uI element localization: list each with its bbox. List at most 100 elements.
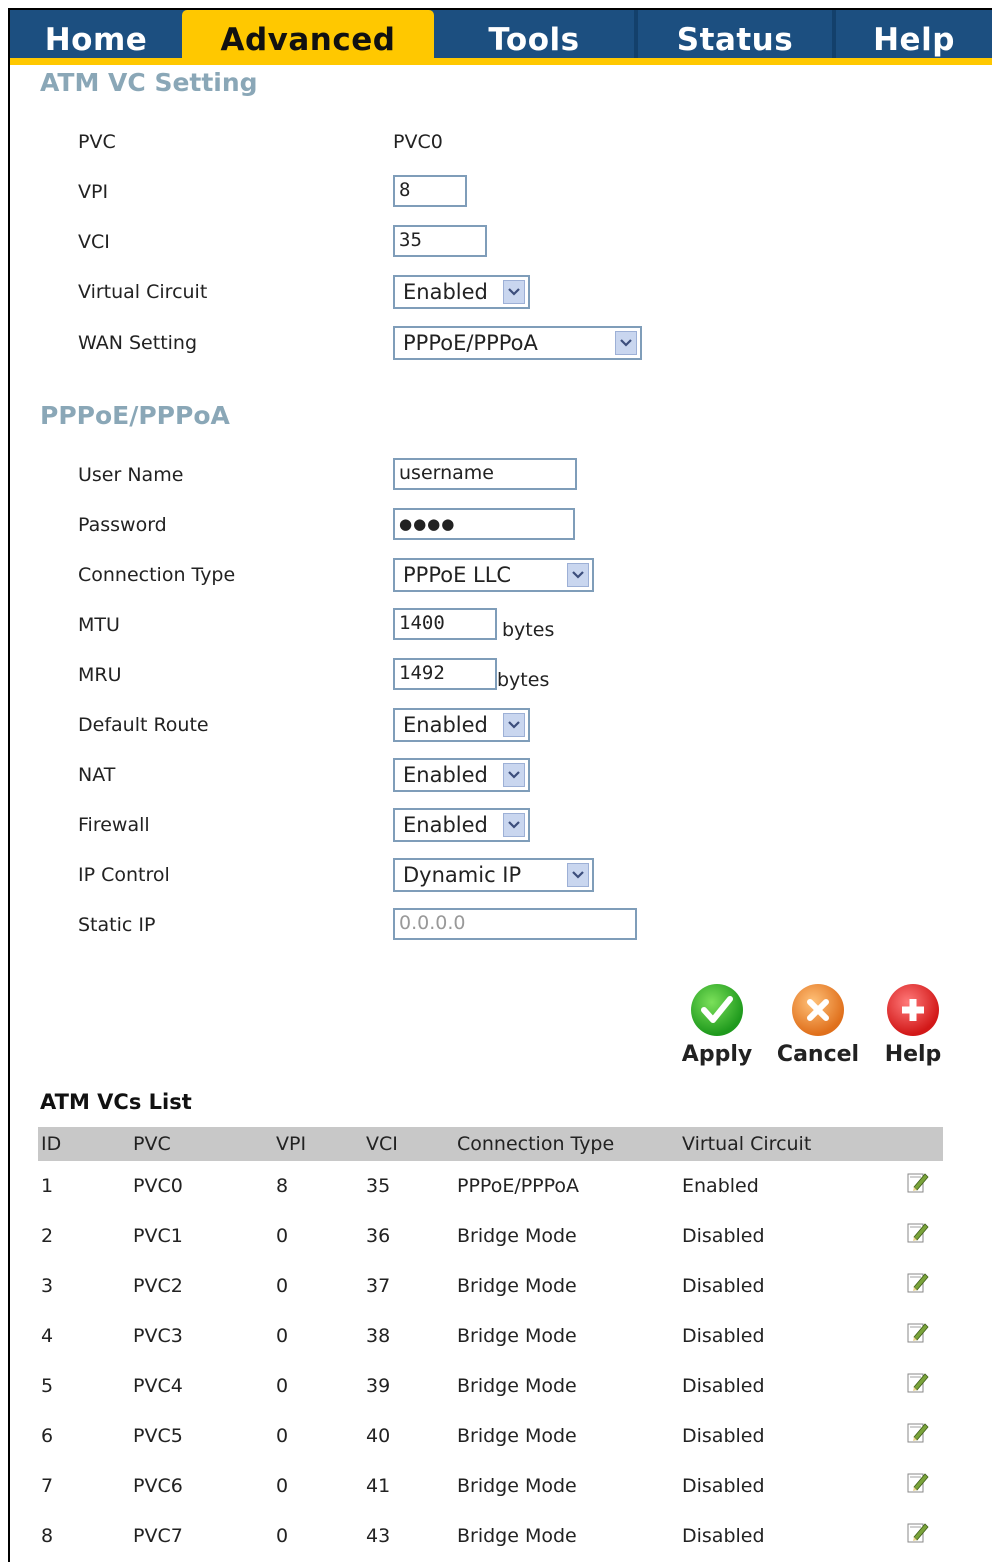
cell-vci: 35 [366,1175,391,1197]
cell-connection-type: PPPoE/PPPoA [457,1175,580,1197]
cell-id: 7 [41,1475,54,1497]
connection-type-label: Connection Type [78,564,236,586]
mru-unit: bytes [497,669,550,691]
col-virtual-circuit-header: Virtual Circuit [682,1133,812,1155]
mru-label: MRU [78,664,122,686]
cell-id: 1 [41,1175,54,1197]
cell-vpi: 0 [276,1375,289,1397]
chevron-down-icon[interactable] [615,331,637,355]
edit-icon[interactable] [907,1321,929,1343]
edit-icon[interactable] [907,1171,929,1193]
cell-id: 8 [41,1525,54,1547]
ip-control-label: IP Control [78,864,170,886]
cell-vci: 40 [366,1425,391,1447]
username-label: User Name [78,464,184,486]
tab-advanced[interactable]: Advanced [182,10,434,62]
cell-virtual-circuit: Disabled [682,1275,765,1297]
cell-virtual-circuit: Disabled [682,1225,765,1247]
cell-connection-type: Bridge Mode [457,1275,577,1297]
help-button[interactable]: Help [873,984,953,1067]
cell-id: 3 [41,1275,54,1297]
connection-type-select[interactable]: PPPoE LLC [393,558,594,592]
vpi-label: VPI [78,181,109,203]
password-input[interactable]: ●●●● [393,508,575,540]
atm-section-title: ATM VC Setting [40,68,258,97]
cell-vpi: 0 [276,1525,289,1547]
tab-tools[interactable]: Tools [434,10,634,62]
default-route-select[interactable]: Enabled [393,708,530,742]
cell-connection-type: Bridge Mode [457,1525,577,1547]
vci-input[interactable]: 35 [393,225,487,257]
firewall-selected: Enabled [403,813,488,837]
col-connection-type-header: Connection Type [457,1133,615,1155]
tab-underline [10,58,992,65]
close-icon [792,984,844,1036]
chevron-down-icon[interactable] [567,563,589,587]
edit-icon[interactable] [907,1371,929,1393]
mtu-unit: bytes [502,619,555,641]
virtual-circuit-selected: Enabled [403,280,488,304]
cell-pvc: PVC3 [133,1325,183,1347]
static-ip-input[interactable]: 0.0.0.0 [393,908,637,940]
col-pvc-header: PVC [133,1133,171,1155]
cell-vpi: 0 [276,1225,289,1247]
cell-vpi: 8 [276,1175,289,1197]
col-vpi-header: VPI [276,1133,307,1155]
mru-input[interactable]: 1492 [393,658,497,690]
connection-type-selected: PPPoE LLC [403,563,512,587]
wan-setting-select[interactable]: PPPoE/PPPoA [393,326,642,360]
apply-button[interactable]: Apply [677,984,757,1067]
chevron-down-icon[interactable] [503,713,525,737]
username-input[interactable]: username [393,458,577,490]
firewall-label: Firewall [78,814,150,836]
plus-icon [887,984,939,1036]
cell-vci: 38 [366,1325,391,1347]
chevron-down-icon[interactable] [503,813,525,837]
edit-icon[interactable] [907,1221,929,1243]
cell-id: 2 [41,1225,54,1247]
chevron-down-icon[interactable] [503,280,525,304]
tab-help[interactable]: Help [832,10,992,62]
cell-vci: 36 [366,1225,391,1247]
pppoe-section-title: PPPoE/PPPoA [40,401,230,430]
mtu-input[interactable]: 1400 [393,608,497,640]
cell-id: 6 [41,1425,54,1447]
chevron-down-icon[interactable] [567,863,589,887]
cell-virtual-circuit: Disabled [682,1375,765,1397]
tab-home[interactable]: Home [10,10,182,62]
edit-icon[interactable] [907,1271,929,1293]
pvc-value: PVC0 [393,131,443,153]
chevron-down-icon[interactable] [503,763,525,787]
nat-label: NAT [78,764,116,786]
firewall-select[interactable]: Enabled [393,808,530,842]
cell-virtual-circuit: Disabled [682,1325,765,1347]
tab-status[interactable]: Status [634,10,832,62]
edit-icon[interactable] [907,1521,929,1543]
virtual-circuit-select[interactable]: Enabled [393,275,530,309]
edit-icon[interactable] [907,1471,929,1493]
col-id-header: ID [41,1133,62,1155]
cell-connection-type: Bridge Mode [457,1225,577,1247]
nat-select[interactable]: Enabled [393,758,530,792]
cell-virtual-circuit: Enabled [682,1175,759,1197]
nav-tabbar: Home Advanced Tools Status Help [10,10,992,62]
vc-list-title: ATM VCs List [40,1090,192,1114]
cell-pvc: PVC5 [133,1425,183,1447]
ip-control-selected: Dynamic IP [403,863,522,887]
vpi-input[interactable]: 8 [393,175,467,207]
cell-connection-type: Bridge Mode [457,1375,577,1397]
cell-pvc: PVC7 [133,1525,183,1547]
cell-virtual-circuit: Disabled [682,1425,765,1447]
cancel-label: Cancel [776,1042,860,1067]
password-label: Password [78,514,167,536]
vci-label: VCI [78,231,110,253]
cell-connection-type: Bridge Mode [457,1325,577,1347]
edit-icon[interactable] [907,1421,929,1443]
nat-selected: Enabled [403,763,488,787]
ip-control-select[interactable]: Dynamic IP [393,858,594,892]
checkmark-icon [691,984,743,1036]
cancel-button[interactable]: Cancel [776,984,860,1067]
help-label: Help [884,1042,942,1067]
mtu-label: MTU [78,614,120,636]
cell-id: 5 [41,1375,54,1397]
